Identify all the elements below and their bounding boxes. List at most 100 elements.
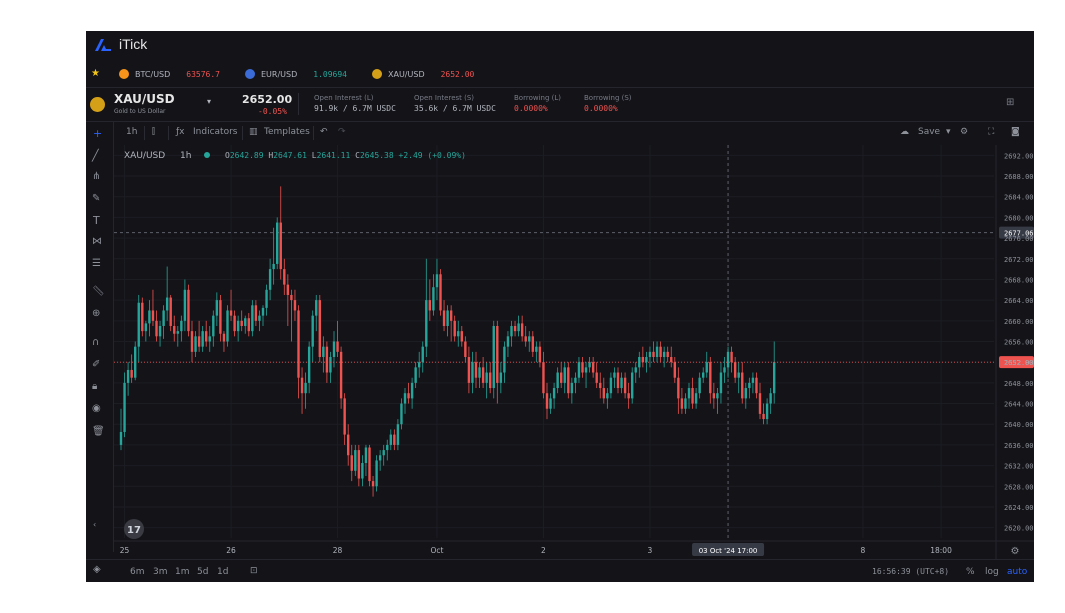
candle-body	[148, 310, 151, 324]
indicators-button[interactable]: Indicators	[193, 127, 237, 137]
tradingview-logo-icon: 17	[124, 519, 144, 539]
chevron-down-icon[interactable]: ▾	[207, 97, 211, 106]
prediction-icon[interactable]: ☰	[92, 258, 101, 269]
auto-toggle[interactable]: auto	[1007, 567, 1027, 577]
candle-body	[659, 346, 662, 358]
legend-ohlc: O2642.89 H2647.61 L2641.11 C2645.38 +2.4…	[225, 151, 466, 160]
candle-body	[190, 331, 194, 352]
date-range-icon[interactable]: ⊡	[250, 566, 258, 576]
candle-body	[520, 323, 524, 337]
range-1m[interactable]: 1m	[175, 567, 190, 577]
price-tick-label: 2664.00	[1004, 297, 1034, 305]
range-5d[interactable]: 5d	[197, 567, 208, 577]
watch-item-xau[interactable]: XAU/USD 2652.00	[372, 69, 474, 79]
crosshair-time-label: 03 Oct '24 17:00	[699, 547, 758, 555]
trend-line-icon[interactable]: ╱	[92, 149, 99, 162]
range-6m[interactable]: 6m	[130, 567, 145, 577]
symbol-name[interactable]: XAU/USD	[114, 92, 175, 106]
gold-coin-icon	[90, 97, 105, 112]
layout-grid-icon[interactable]: ⊞	[1006, 97, 1014, 108]
candle-body	[574, 377, 577, 383]
layers-icon[interactable]: ◈	[93, 564, 101, 575]
interval-button[interactable]: 1h	[126, 127, 137, 137]
candle-body	[425, 300, 428, 347]
candle-body	[251, 305, 254, 332]
trash-icon[interactable]: 🗑︎	[92, 426, 105, 437]
undo-icon[interactable]: ↶	[320, 127, 328, 137]
fullscreen-icon[interactable]: ⛶	[988, 127, 994, 137]
candle-body	[162, 310, 165, 326]
candle-body	[680, 398, 684, 409]
templates-icon[interactable]: ▥	[249, 127, 258, 137]
percent-toggle[interactable]: %	[966, 567, 975, 577]
candle-body	[315, 300, 318, 316]
magnet-icon[interactable]: ∩	[92, 337, 99, 348]
itick-logo-icon	[95, 39, 111, 51]
candle-body	[428, 300, 432, 311]
candle-body	[691, 388, 694, 404]
candle-body	[769, 393, 772, 404]
candle-body	[332, 341, 336, 358]
time-axis[interactable]: 25 26 28 Oct 2 3 8 18:00 ⚙	[120, 546, 1020, 557]
candle-body	[339, 351, 343, 399]
camera-icon[interactable]: ◙	[1011, 127, 1020, 137]
eye-icon[interactable]: ◉	[92, 403, 101, 414]
candle-body	[240, 320, 243, 326]
chevron-left-icon[interactable]: ‹	[93, 520, 96, 529]
candle-body	[421, 346, 424, 363]
candle-body	[567, 367, 570, 394]
candles-type-icon[interactable]: ⫿	[152, 127, 155, 137]
candle-body	[371, 481, 375, 487]
price-chart[interactable]: 2677.0603 Oct '24 17:00 2652.00 2692.002…	[114, 145, 1034, 559]
price-tick-label: 2656.00	[1004, 339, 1034, 347]
zoom-icon[interactable]: ⊕	[92, 308, 100, 319]
candle-body	[304, 382, 307, 394]
save-button[interactable]: Save	[918, 127, 940, 137]
price-tick-label: 2620.00	[1004, 525, 1034, 533]
candle-body	[478, 367, 481, 378]
candle-body	[244, 318, 247, 326]
candle-body	[410, 382, 414, 399]
stay-drawing-icon[interactable]: ✐	[92, 359, 100, 370]
cloud-icon[interactable]: ☁	[900, 127, 909, 137]
star-icon[interactable]: ★	[91, 68, 100, 79]
candle-body	[205, 331, 208, 342]
price-axis[interactable]: 2692.00 2688.00 2684.00 2680.00 2676.00 2672.…	[1004, 152, 1034, 532]
watch-item-eur[interactable]: EUR/USD 1.09694	[245, 69, 347, 79]
time-tick-label: 25	[120, 546, 130, 555]
range-3m[interactable]: 3m	[153, 567, 168, 577]
candle-body	[648, 351, 652, 358]
candle-body	[528, 336, 531, 342]
candle-body	[471, 362, 474, 383]
chevron-down-icon[interactable]: ▾	[946, 127, 951, 137]
crosshair-icon[interactable]: +	[93, 127, 102, 140]
brush-icon[interactable]: ✎	[92, 193, 100, 204]
watch-price: 1.09694	[313, 69, 347, 79]
price-tick-label: 2628.00	[1004, 483, 1034, 491]
clock-time[interactable]: 16:56:39 (UTC+8)	[872, 567, 949, 576]
stat-oi-short: Open Interest (S) 35.6k / 6.7M USDC	[414, 94, 496, 113]
redo-icon[interactable]: ↷	[338, 127, 346, 137]
candle-body	[233, 315, 236, 332]
indicators-icon[interactable]: ƒx	[176, 127, 185, 137]
watch-item-btc[interactable]: BTC/USD 63576.7	[119, 69, 220, 79]
svg-text:17: 17	[127, 525, 141, 536]
candle-body	[300, 377, 304, 394]
candle-body	[407, 393, 410, 399]
candle-body	[123, 382, 126, 432]
templates-button[interactable]: Templates	[264, 127, 310, 137]
pitchfork-icon[interactable]: ⋔	[92, 171, 100, 182]
range-1d[interactable]: 1d	[217, 567, 228, 577]
log-toggle[interactable]: log	[985, 567, 999, 577]
candle-body	[751, 377, 755, 383]
candle-body	[382, 450, 385, 456]
watch-symbol: BTC/USD	[135, 69, 171, 79]
text-icon[interactable]: T	[93, 214, 100, 227]
candle-body	[258, 315, 261, 321]
lock-icon[interactable]: 🔒︎	[92, 381, 97, 392]
symbol-description: Gold to US Dollar	[114, 108, 166, 115]
gear-icon[interactable]: ⚙	[960, 127, 968, 137]
pattern-icon[interactable]: ⋈	[92, 236, 102, 247]
candle-body	[645, 357, 648, 363]
ruler-icon[interactable]: 📏︎	[92, 286, 105, 297]
